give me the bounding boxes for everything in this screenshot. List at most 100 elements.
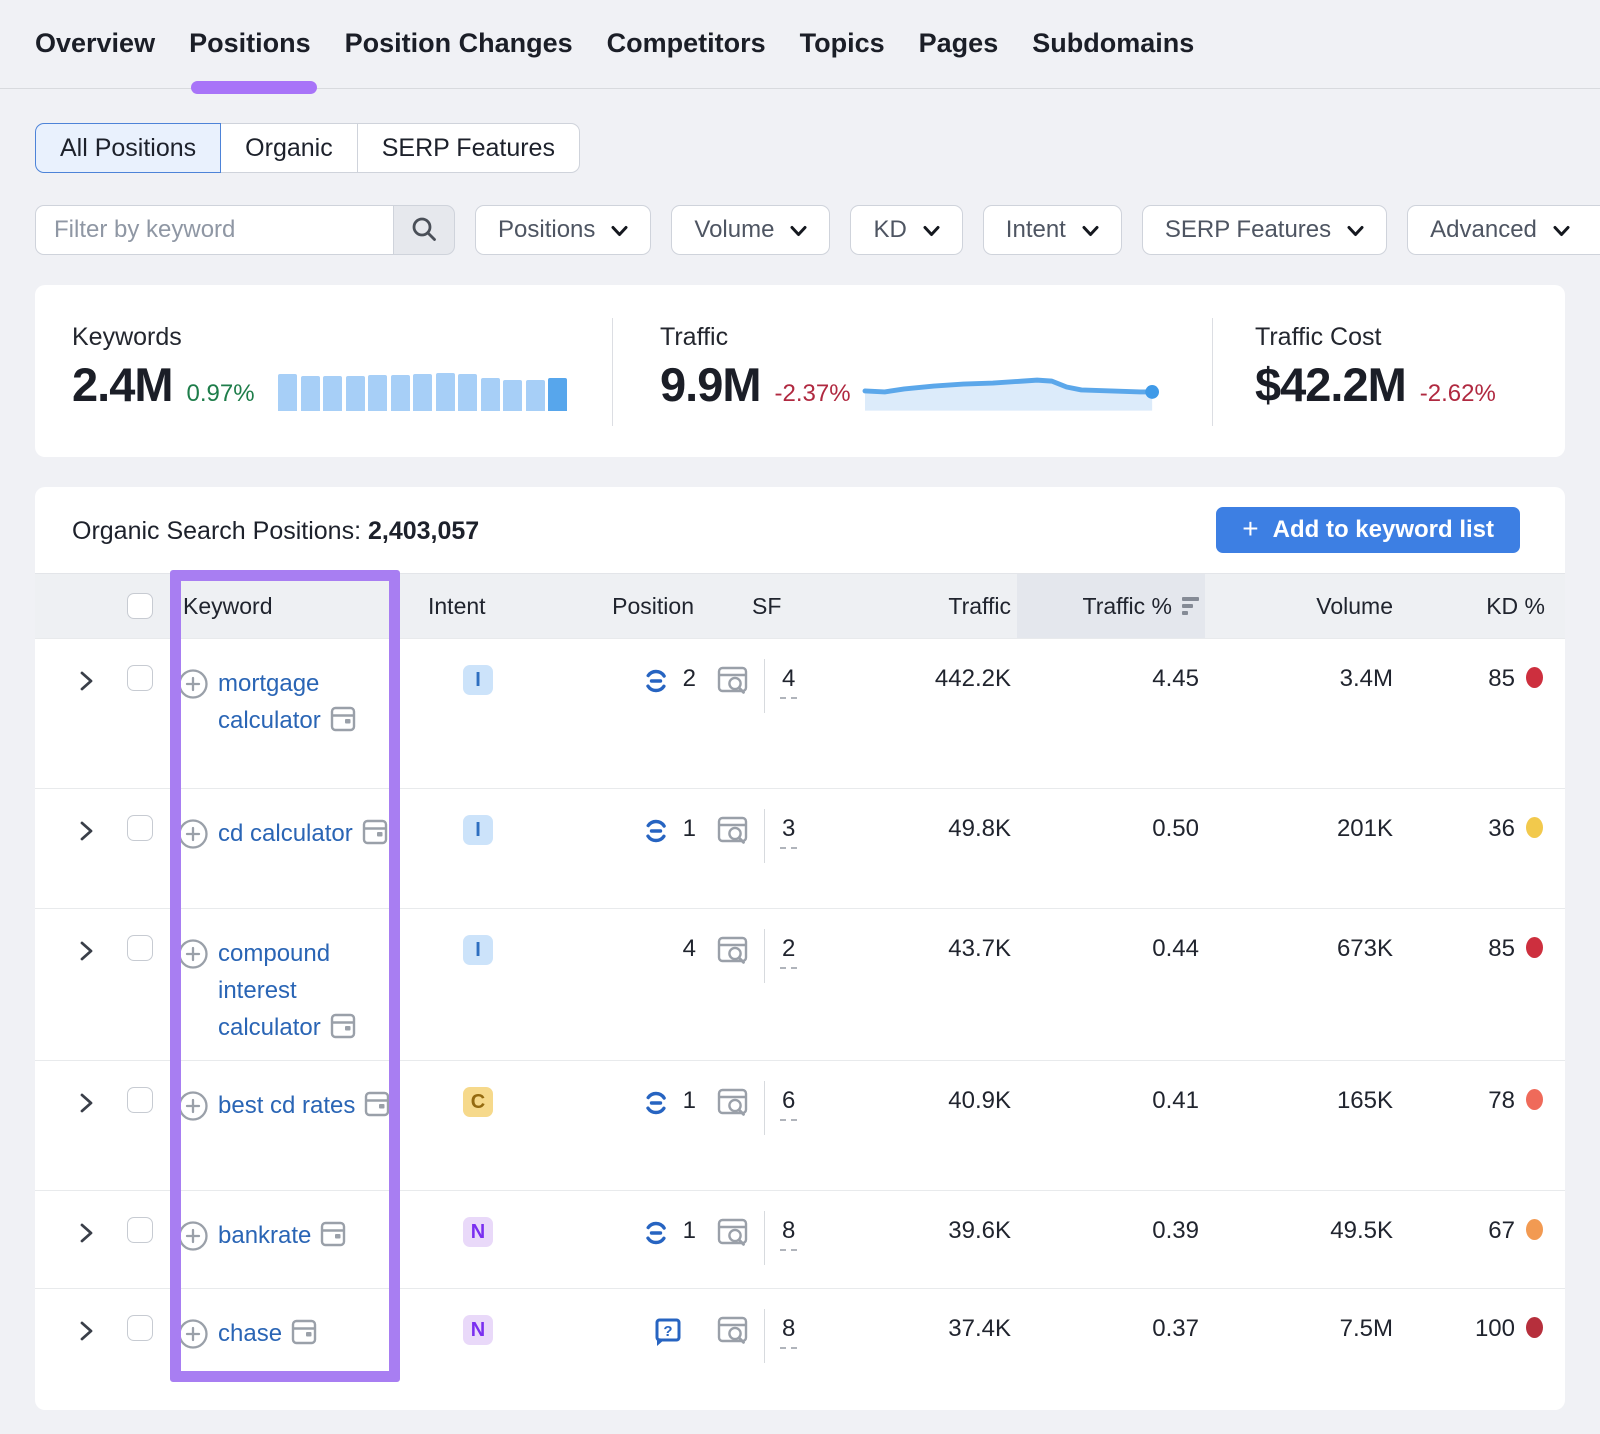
serp-snapshot-icon[interactable] bbox=[289, 1326, 319, 1353]
filter-serp-features-dropdown[interactable]: SERP Features bbox=[1142, 205, 1387, 255]
column-header-keyword[interactable]: Keyword bbox=[163, 574, 393, 638]
volume-value: 673K bbox=[1205, 909, 1399, 1060]
tab-label: Competitors bbox=[607, 28, 766, 58]
intent-badge: I bbox=[463, 665, 493, 695]
column-header-volume[interactable]: Volume bbox=[1205, 574, 1399, 638]
row-checkbox[interactable] bbox=[127, 1087, 153, 1113]
filter-positions-dropdown[interactable]: Positions bbox=[475, 205, 651, 255]
sf-divider bbox=[764, 929, 765, 983]
chevron-right-icon bbox=[77, 1091, 95, 1122]
search-button[interactable] bbox=[393, 205, 455, 255]
column-header-intent[interactable]: Intent bbox=[393, 574, 508, 638]
serp-snapshot-icon[interactable] bbox=[360, 826, 390, 853]
question-bubble-icon[interactable]: ? bbox=[653, 1316, 683, 1354]
table-row: bankrate N ? 1 8 39.6K 0.39 49.5K 67 bbox=[35, 1190, 1565, 1288]
keyword-link[interactable]: mortgage calculator bbox=[218, 670, 321, 734]
tab-topics[interactable]: Topics bbox=[800, 28, 885, 59]
row-checkbox[interactable] bbox=[127, 1315, 153, 1341]
serp-snapshot-icon[interactable] bbox=[318, 1228, 348, 1255]
view-option-all-positions[interactable]: All Positions bbox=[35, 123, 221, 173]
column-header-traffic[interactable]: Traffic bbox=[845, 574, 1017, 638]
serp-snapshot-icon[interactable] bbox=[328, 713, 358, 740]
position-link-icon[interactable] bbox=[642, 1089, 670, 1124]
keyword-link[interactable]: cd calculator bbox=[218, 820, 353, 847]
sf-divider bbox=[764, 1309, 765, 1363]
add-to-list-icon[interactable] bbox=[177, 668, 209, 707]
traffic-pct-value: 4.45 bbox=[1017, 639, 1205, 788]
volume-value: 49.5K bbox=[1205, 1191, 1399, 1288]
filter-volume-dropdown[interactable]: Volume bbox=[671, 205, 830, 255]
column-header-traffic-pct[interactable]: Traffic % bbox=[1017, 574, 1205, 638]
serp-snapshot-icon[interactable] bbox=[328, 1020, 358, 1047]
tab-pages[interactable]: Pages bbox=[919, 28, 999, 59]
traffic-value: 9.9M bbox=[660, 357, 761, 412]
traffic-cost-change: -2.62% bbox=[1420, 380, 1496, 408]
keywords-change: 0.97% bbox=[187, 380, 255, 408]
serp-preview-icon[interactable] bbox=[716, 934, 750, 973]
sf-value[interactable]: 8 bbox=[780, 1213, 797, 1251]
keyword-link[interactable]: compound interest calculator bbox=[218, 940, 330, 1041]
keyword-link[interactable]: best cd rates bbox=[218, 1092, 355, 1119]
tab-positions[interactable]: Positions bbox=[189, 28, 311, 59]
row-checkbox[interactable] bbox=[127, 1217, 153, 1243]
position-link-icon[interactable] bbox=[642, 1219, 670, 1254]
view-option-serp-features[interactable]: SERP Features bbox=[357, 123, 580, 173]
sf-value[interactable]: 4 bbox=[780, 661, 797, 699]
traffic-cost-value: $42.2M bbox=[1255, 357, 1406, 412]
tab-subdomains[interactable]: Subdomains bbox=[1032, 28, 1194, 59]
tab-competitors[interactable]: Competitors bbox=[607, 28, 766, 59]
column-header-kd[interactable]: KD % bbox=[1399, 574, 1565, 638]
column-header-sf[interactable]: SF bbox=[700, 574, 845, 638]
position-value: 4 bbox=[683, 935, 696, 963]
tab-label: Subdomains bbox=[1032, 28, 1194, 58]
kd-value: 100 bbox=[1475, 1315, 1515, 1343]
sf-divider bbox=[764, 1081, 765, 1135]
row-checkbox[interactable] bbox=[127, 935, 153, 961]
expand-row-button[interactable] bbox=[35, 639, 105, 788]
table-row: best cd rates C ? 1 6 40.9K 0.41 165K 78 bbox=[35, 1060, 1565, 1190]
sf-value[interactable]: 3 bbox=[780, 811, 797, 849]
expand-row-button[interactable] bbox=[35, 909, 105, 1060]
trend-bar bbox=[391, 375, 410, 411]
serp-preview-icon[interactable] bbox=[716, 1314, 750, 1353]
tab-label: Pages bbox=[919, 28, 999, 58]
serp-preview-icon[interactable] bbox=[716, 1086, 750, 1125]
expand-row-button[interactable] bbox=[35, 1289, 105, 1388]
expand-row-button[interactable] bbox=[35, 1061, 105, 1190]
serp-preview-icon[interactable] bbox=[716, 664, 750, 703]
add-to-list-icon[interactable] bbox=[177, 1090, 209, 1129]
sf-value[interactable]: 8 bbox=[780, 1311, 797, 1349]
view-option-organic[interactable]: Organic bbox=[220, 123, 358, 173]
filter-intent-dropdown[interactable]: Intent bbox=[983, 205, 1122, 255]
add-to-list-icon[interactable] bbox=[177, 938, 209, 977]
column-header-position[interactable]: Position bbox=[508, 574, 700, 638]
expand-row-button[interactable] bbox=[35, 1191, 105, 1288]
sf-value[interactable]: 2 bbox=[780, 931, 797, 969]
kd-level-dot bbox=[1526, 1089, 1543, 1110]
tab-overview[interactable]: Overview bbox=[35, 28, 155, 59]
tab-position-changes[interactable]: Position Changes bbox=[345, 28, 573, 59]
sf-value[interactable]: 6 bbox=[780, 1083, 797, 1121]
keyword-link[interactable]: chase bbox=[218, 1320, 282, 1347]
expand-row-button[interactable] bbox=[35, 789, 105, 908]
serp-preview-icon[interactable] bbox=[716, 814, 750, 853]
serp-snapshot-icon[interactable] bbox=[362, 1098, 392, 1125]
add-to-list-icon[interactable] bbox=[177, 818, 209, 857]
position-link-icon[interactable] bbox=[642, 817, 670, 852]
keyword-link[interactable]: bankrate bbox=[218, 1222, 311, 1249]
select-all-checkbox[interactable] bbox=[105, 574, 163, 638]
add-to-list-icon[interactable] bbox=[177, 1220, 209, 1259]
intent-badge: C bbox=[463, 1087, 493, 1117]
position-link-icon[interactable] bbox=[642, 667, 670, 702]
keyword-filter-input[interactable] bbox=[35, 205, 393, 255]
organic-research-positions-page: Overview Positions Position Changes Competi… bbox=[0, 0, 1600, 1434]
add-to-keyword-list-button[interactable]: + Add to keyword list bbox=[1216, 507, 1520, 553]
chevron-down-icon bbox=[1347, 216, 1364, 244]
row-checkbox[interactable] bbox=[127, 665, 153, 691]
table-row: chase N ? 8 37.4K 0.37 7.5M 100 bbox=[35, 1288, 1565, 1388]
filter-kd-dropdown[interactable]: KD bbox=[850, 205, 962, 255]
add-to-list-icon[interactable] bbox=[177, 1318, 209, 1357]
serp-preview-icon[interactable] bbox=[716, 1216, 750, 1255]
filter-advanced-dropdown[interactable]: Advanced bbox=[1407, 205, 1600, 255]
row-checkbox[interactable] bbox=[127, 815, 153, 841]
